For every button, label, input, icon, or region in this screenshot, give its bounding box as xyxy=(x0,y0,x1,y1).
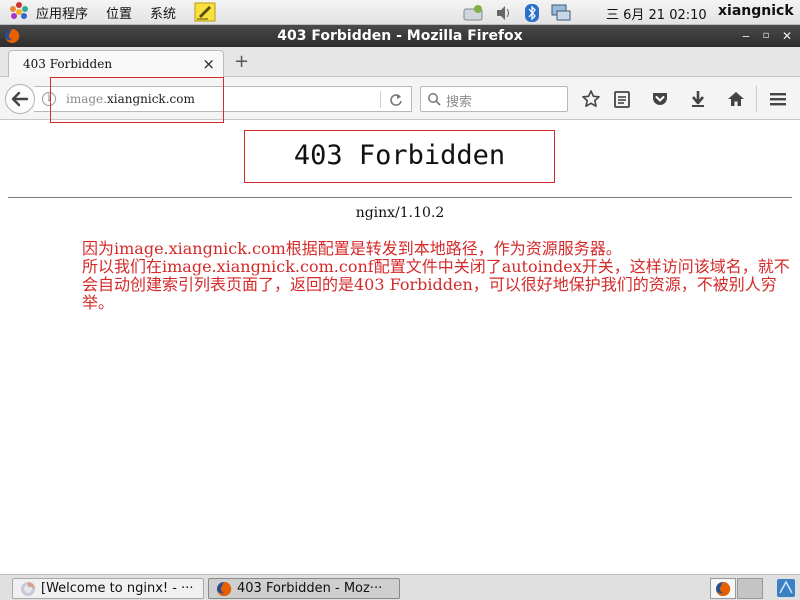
volume-icon[interactable] xyxy=(494,3,514,23)
search-icon xyxy=(428,93,441,106)
firefox-icon xyxy=(716,581,731,596)
tab-label: 403 Forbidden xyxy=(23,57,113,71)
clock[interactable]: 三 6月 21 02:10 xyxy=(606,4,707,23)
tab-403-forbidden[interactable]: 403 Forbidden × xyxy=(8,50,224,78)
back-button[interactable] xyxy=(5,84,35,114)
reading-list-icon[interactable] xyxy=(612,89,632,109)
bluetooth-icon[interactable] xyxy=(524,3,540,23)
close-window-button[interactable]: ✕ xyxy=(779,28,795,44)
download-icon[interactable] xyxy=(688,89,708,109)
heading-annotation-box: 403 Forbidden xyxy=(244,130,555,183)
username[interactable]: xiangnick xyxy=(718,3,794,19)
maximize-button[interactable]: ▫ xyxy=(758,28,774,44)
taskbar-item-label: 403 Forbidden - Moz··· xyxy=(237,581,383,596)
back-arrow-icon xyxy=(11,91,29,107)
window-titlebar[interactable]: 403 Forbidden - Mozilla Firefox ‒ ▫ ✕ xyxy=(0,25,800,47)
taskbar-item-welcome-nginx[interactable]: [Welcome to nginx! - ··· xyxy=(12,578,204,599)
toolbar-divider xyxy=(756,86,757,112)
firefox-icon xyxy=(21,582,35,596)
new-tab-button[interactable]: + xyxy=(234,53,249,71)
menu-places[interactable]: 位置 xyxy=(106,3,132,22)
hamburger-menu-icon[interactable] xyxy=(768,89,788,109)
bookmark-star-icon[interactable] xyxy=(581,89,601,109)
window-title: 403 Forbidden - Mozilla Firefox xyxy=(277,28,523,44)
bottom-taskbar: [Welcome to nginx! - ··· 403 Forbidden -… xyxy=(0,574,800,600)
search-bar[interactable]: 搜索 xyxy=(420,86,568,112)
menu-system[interactable]: 系统 xyxy=(150,3,176,22)
network-icon[interactable] xyxy=(550,3,572,23)
tab-close-button[interactable]: × xyxy=(202,55,215,73)
menu-applications[interactable]: 应用程序 xyxy=(36,3,88,22)
system-tray xyxy=(462,0,572,25)
apps-menu-icon[interactable] xyxy=(8,1,30,23)
url-divider xyxy=(380,91,381,108)
url-annotation-box xyxy=(50,77,224,123)
firefox-icon xyxy=(217,581,232,596)
server-signature: nginx/1.10.2 xyxy=(355,205,445,221)
search-placeholder: 搜索 xyxy=(446,95,473,110)
taskbar-item-label: [Welcome to nginx! - ··· xyxy=(41,581,194,596)
tab-strip: 403 Forbidden × + xyxy=(0,47,800,78)
top-panel: 应用程序 位置 系统 三 6月 21 02:10 xiangnick xyxy=(0,0,800,25)
workspace-2[interactable] xyxy=(737,578,763,599)
annotation-line-1: 因为image.xiangnick.com根据配置是转发到本地路径，作为资源服务… xyxy=(82,239,622,258)
home-icon[interactable] xyxy=(726,89,746,109)
minimize-button[interactable]: ‒ xyxy=(738,28,754,44)
pocket-icon[interactable] xyxy=(650,89,670,109)
network-update-icon[interactable] xyxy=(462,3,486,23)
trash-icon[interactable] xyxy=(775,577,797,599)
annotation-note: 因为image.xiangnick.com根据配置是转发到本地路径，作为资源服务… xyxy=(82,240,796,312)
page-title: 403 Forbidden xyxy=(293,140,506,171)
sticky-notes-icon[interactable] xyxy=(194,2,216,22)
horizontal-rule xyxy=(8,197,792,198)
workspace-1[interactable] xyxy=(710,578,736,599)
reload-icon[interactable] xyxy=(388,92,404,108)
annotation-line-2: 所以我们在image.xiangnick.com.conf配置文件中关闭了aut… xyxy=(82,257,790,312)
taskbar-item-403-forbidden[interactable]: 403 Forbidden - Moz··· xyxy=(208,578,400,599)
